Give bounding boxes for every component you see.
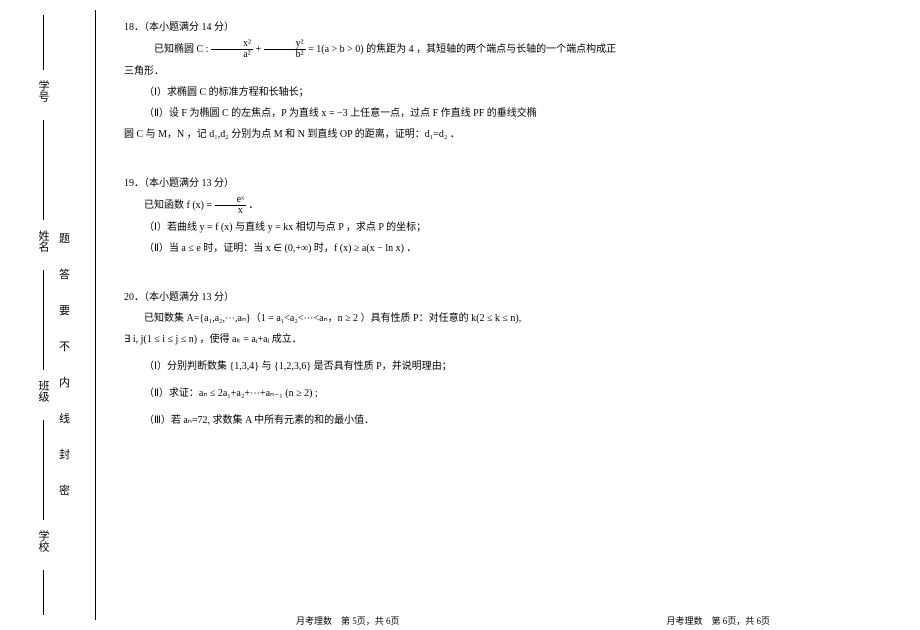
q19-intro-prefix: 已知函数 f (x) = [144, 200, 215, 211]
q18-part2b: 圆 C 与 M，N ，记 d₁,d₂ 分别为点 M 和 N 到直线 OP 的距离… [124, 125, 870, 144]
q18-triangle: 三角形． [124, 62, 870, 81]
q20-part2: （Ⅱ）求证：aₙ ≤ 2a₁+a₂+⋯+aₙ₋₁ (n ≥ 2) ; [124, 384, 870, 403]
seal-line-label: 题 答 要 不 内 线 封 密 [59, 230, 70, 518]
q18-part2: （Ⅱ）设 F 为椭圆 C 的左焦点，P 为直线 x = −3 上任意一点，过点 … [124, 104, 870, 123]
q20-header: 20．（本小题满分 13 分） [124, 288, 870, 307]
seal-char: 密 [59, 482, 70, 498]
fraction: y² b² [264, 39, 306, 60]
q20-intro2: ∃ i, j(1 ≤ i ≤ j ≤ n) ，使得 aₖ = aᵢ+aⱼ 成立． [124, 330, 870, 349]
q19-part1: （Ⅰ）若曲线 y = f (x) 与直线 y = kx 相切与点 P ，求点 P… [124, 218, 870, 237]
q18-part1: （Ⅰ）求椭圆 C 的标准方程和长轴长； [124, 83, 870, 102]
label-number: 学号 [35, 80, 51, 102]
binding-line [43, 120, 44, 220]
seal-char: 题 [59, 230, 70, 246]
q18-intro-prefix: 已知椭圆 C : [154, 44, 208, 55]
binding-line [43, 570, 44, 615]
page-content: 18．（本小题满分 14 分） 已知椭圆 C : x² a² + y² b² =… [95, 10, 890, 620]
fraction: eˣ x [215, 195, 246, 216]
binding-line [43, 420, 44, 520]
fraction: x² a² [211, 39, 253, 60]
footer-right: 月考理数 第 6页，共 6页 [666, 614, 770, 627]
q20-intro: 已知数集 A={a₁,a₂,⋯,aₙ}（1 = a₁<a₂<⋯<aₙ，n ≥ 2… [124, 309, 870, 328]
seal-char: 内 [59, 374, 70, 390]
seal-char: 要 [59, 302, 70, 318]
seal-char: 线 [59, 410, 70, 426]
q18-intro-suffix: = 1(a > b > 0) 的焦距为 4 ，其短轴的两个端点与长轴的一个端点构… [308, 44, 616, 55]
q20-part3: （Ⅲ）若 aₙ=72, 求数集 A 中所有元素的和的最小值． [124, 411, 870, 430]
binding-line [43, 270, 44, 370]
q20-part1: （Ⅰ）分别判断数集 {1,3,4} 与 {1,2,3,6} 是否具有性质 P，并… [124, 357, 870, 376]
seal-char: 封 [59, 446, 70, 462]
q19-header: 19．（本小题满分 13 分） [124, 174, 870, 193]
q18-intro: 已知椭圆 C : x² a² + y² b² = 1(a > b > 0) 的焦… [124, 39, 870, 60]
label-school: 学校 [35, 530, 51, 552]
label-class: 班级 [35, 380, 51, 402]
seal-char: 不 [59, 338, 70, 354]
binding-line [43, 15, 44, 70]
q19-intro-suffix: ． [248, 200, 258, 211]
plus-sign: + [255, 44, 263, 55]
footer-left: 月考理数 第 5页，共 6页 [296, 614, 400, 627]
q19-intro: 已知函数 f (x) = eˣ x ． [124, 195, 870, 216]
q18-header: 18．（本小题满分 14 分） [124, 18, 870, 37]
label-name: 姓名 [35, 230, 51, 252]
q19-part2: （Ⅱ）当 a ≤ e 时，证明：当 x ∈ (0,+∞) 时，f (x) ≥ a… [124, 239, 870, 258]
seal-char: 答 [59, 266, 70, 282]
